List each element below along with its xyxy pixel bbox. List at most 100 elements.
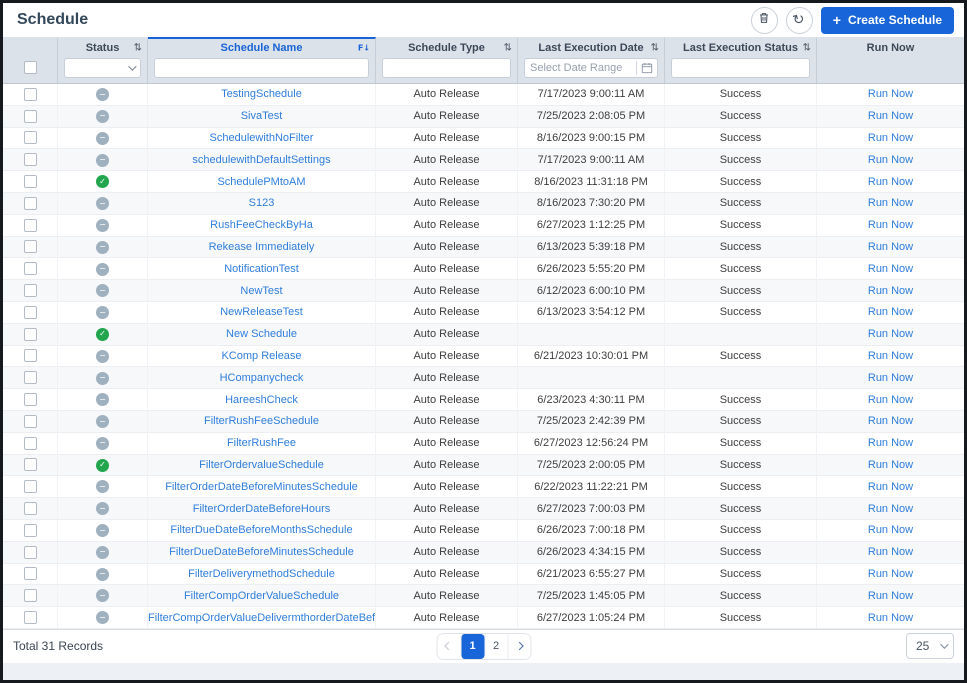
schedule-name-link[interactable]: Rekease Immediately xyxy=(209,241,315,253)
sort-applied-icon[interactable]: F↓ xyxy=(358,44,370,53)
schedule-name-link[interactable]: SivaTest xyxy=(241,110,283,122)
row-checkbox[interactable] xyxy=(23,523,37,537)
schedule-name-link[interactable]: FilterDueDateBeforeMonthsSchedule xyxy=(170,524,352,536)
row-checkbox[interactable] xyxy=(23,458,37,472)
run-now-link[interactable]: Run Now xyxy=(868,219,913,231)
row-checkbox[interactable] xyxy=(23,371,37,385)
row-checkbox[interactable] xyxy=(23,327,37,341)
delete-button[interactable] xyxy=(750,6,778,34)
sort-icon[interactable]: ⇅ xyxy=(803,43,811,54)
run-now-link[interactable]: Run Now xyxy=(868,394,913,406)
column-header-last-execution-date[interactable]: Last Execution Date ⇅ xyxy=(518,37,665,57)
row-checkbox[interactable] xyxy=(23,262,37,276)
row-checkbox[interactable] xyxy=(23,240,37,254)
run-now-link[interactable]: Run Now xyxy=(868,306,913,318)
schedule-name-link[interactable]: RushFeeCheckByHa xyxy=(210,219,313,231)
row-checkbox[interactable] xyxy=(23,589,37,603)
schedule-name-link[interactable]: NewReleaseTest xyxy=(220,306,303,318)
sort-icon[interactable]: ⇅ xyxy=(504,43,512,54)
run-now-link[interactable]: Run Now xyxy=(868,481,913,493)
run-now-link[interactable]: Run Now xyxy=(868,176,913,188)
prev-page-button[interactable] xyxy=(437,633,460,659)
row-checkbox[interactable] xyxy=(23,153,37,167)
schedule-name-link[interactable]: FilterOrderDateBeforeHours xyxy=(193,503,331,515)
run-now-link[interactable]: Run Now xyxy=(868,459,913,471)
row-checkbox[interactable] xyxy=(23,611,37,625)
row-checkbox[interactable] xyxy=(23,480,37,494)
refresh-button[interactable]: ↻ xyxy=(785,6,813,34)
run-now-link[interactable]: Run Now xyxy=(868,197,913,209)
row-checkbox[interactable] xyxy=(23,218,37,232)
run-now-link[interactable]: Run Now xyxy=(868,88,913,100)
schedule-name-link[interactable]: FilterCompOrderValueDelivermthorderDateB… xyxy=(148,612,375,624)
run-now-link[interactable]: Run Now xyxy=(868,568,913,580)
run-now-link[interactable]: Run Now xyxy=(868,415,913,427)
create-schedule-button[interactable]: + Create Schedule xyxy=(820,6,954,34)
schedule-name-link[interactable]: S123 xyxy=(249,197,275,209)
schedule-name-link[interactable]: New Schedule xyxy=(226,328,297,340)
schedule-name-link[interactable]: FilterRushFee xyxy=(227,437,296,449)
schedule-type-filter-input[interactable] xyxy=(382,58,511,78)
run-now-link[interactable]: Run Now xyxy=(868,328,913,340)
row-checkbox[interactable] xyxy=(23,196,37,210)
run-now-link[interactable]: Run Now xyxy=(868,524,913,536)
row-checkbox[interactable] xyxy=(23,305,37,319)
run-now-link[interactable]: Run Now xyxy=(868,110,913,122)
column-header-schedule-name[interactable]: Schedule Name F↓ xyxy=(148,37,376,57)
schedule-name-filter-input[interactable] xyxy=(154,58,369,78)
run-now-link[interactable]: Run Now xyxy=(868,350,913,362)
row-checkbox[interactable] xyxy=(23,545,37,559)
run-now-link[interactable]: Run Now xyxy=(868,437,913,449)
schedule-name-link[interactable]: FilterOrderDateBeforeMinutesSchedule xyxy=(165,481,358,493)
sort-icon[interactable]: ⇅ xyxy=(651,43,659,54)
run-now-link[interactable]: Run Now xyxy=(868,372,913,384)
select-all-checkbox[interactable] xyxy=(23,61,37,75)
schedule-name-link[interactable]: FilterRushFeeSchedule xyxy=(204,415,319,427)
schedule-name-link[interactable]: NewTest xyxy=(240,285,282,297)
run-now-link[interactable]: Run Now xyxy=(868,154,913,166)
calendar-icon[interactable] xyxy=(641,62,653,74)
run-now-link[interactable]: Run Now xyxy=(868,285,913,297)
schedule-name-link[interactable]: SchedulewithNoFilter xyxy=(210,132,314,144)
page-size-select[interactable]: 25 xyxy=(906,633,954,660)
exec-status-filter-input[interactable] xyxy=(671,58,810,78)
row-checkbox[interactable] xyxy=(23,109,37,123)
page-button-1[interactable]: 1 xyxy=(460,633,484,659)
row-checkbox[interactable] xyxy=(23,393,37,407)
run-now-link[interactable]: Run Now xyxy=(868,612,913,624)
sort-icon[interactable]: ⇅ xyxy=(134,43,142,54)
schedule-name-link[interactable]: FilterDeliverymethodSchedule xyxy=(188,568,335,580)
page-button-2[interactable]: 2 xyxy=(484,633,507,659)
next-page-button[interactable] xyxy=(507,633,530,659)
column-header-schedule-type[interactable]: Schedule Type ⇅ xyxy=(376,37,518,57)
schedule-name-link[interactable]: NotificationTest xyxy=(224,263,299,275)
column-header-status[interactable]: Status ⇅ xyxy=(58,37,148,57)
date-range-filter[interactable] xyxy=(524,58,658,78)
run-now-link[interactable]: Run Now xyxy=(868,241,913,253)
row-checkbox[interactable] xyxy=(23,175,37,189)
row-checkbox[interactable] xyxy=(23,567,37,581)
run-now-link[interactable]: Run Now xyxy=(868,132,913,144)
schedule-name-link[interactable]: KComp Release xyxy=(221,350,301,362)
row-checkbox[interactable] xyxy=(23,502,37,516)
run-now-link[interactable]: Run Now xyxy=(868,546,913,558)
schedule-name-link[interactable]: FilterDueDateBeforeMinutesSchedule xyxy=(169,546,354,558)
row-checkbox[interactable] xyxy=(23,414,37,428)
row-checkbox[interactable] xyxy=(23,87,37,101)
schedule-name-link[interactable]: FilterCompOrderValueSchedule xyxy=(184,590,339,602)
column-header-last-execution-status[interactable]: Last Execution Status ⇅ xyxy=(665,37,817,57)
row-checkbox[interactable] xyxy=(23,284,37,298)
schedule-name-link[interactable]: SchedulePMtoAM xyxy=(217,176,305,188)
run-now-link[interactable]: Run Now xyxy=(868,503,913,515)
run-now-link[interactable]: Run Now xyxy=(868,263,913,275)
row-checkbox[interactable] xyxy=(23,349,37,363)
schedule-name-link[interactable]: schedulewithDefaultSettings xyxy=(192,154,330,166)
schedule-name-link[interactable]: HCompanycheck xyxy=(220,372,304,384)
row-checkbox[interactable] xyxy=(23,131,37,145)
row-checkbox[interactable] xyxy=(23,436,37,450)
date-range-input[interactable] xyxy=(530,62,632,74)
status-filter-select[interactable] xyxy=(64,58,141,78)
schedule-name-link[interactable]: FilterOrdervalueSchedule xyxy=(199,459,324,471)
schedule-name-link[interactable]: HareeshCheck xyxy=(225,394,298,406)
schedule-name-link[interactable]: TestingSchedule xyxy=(221,88,302,100)
